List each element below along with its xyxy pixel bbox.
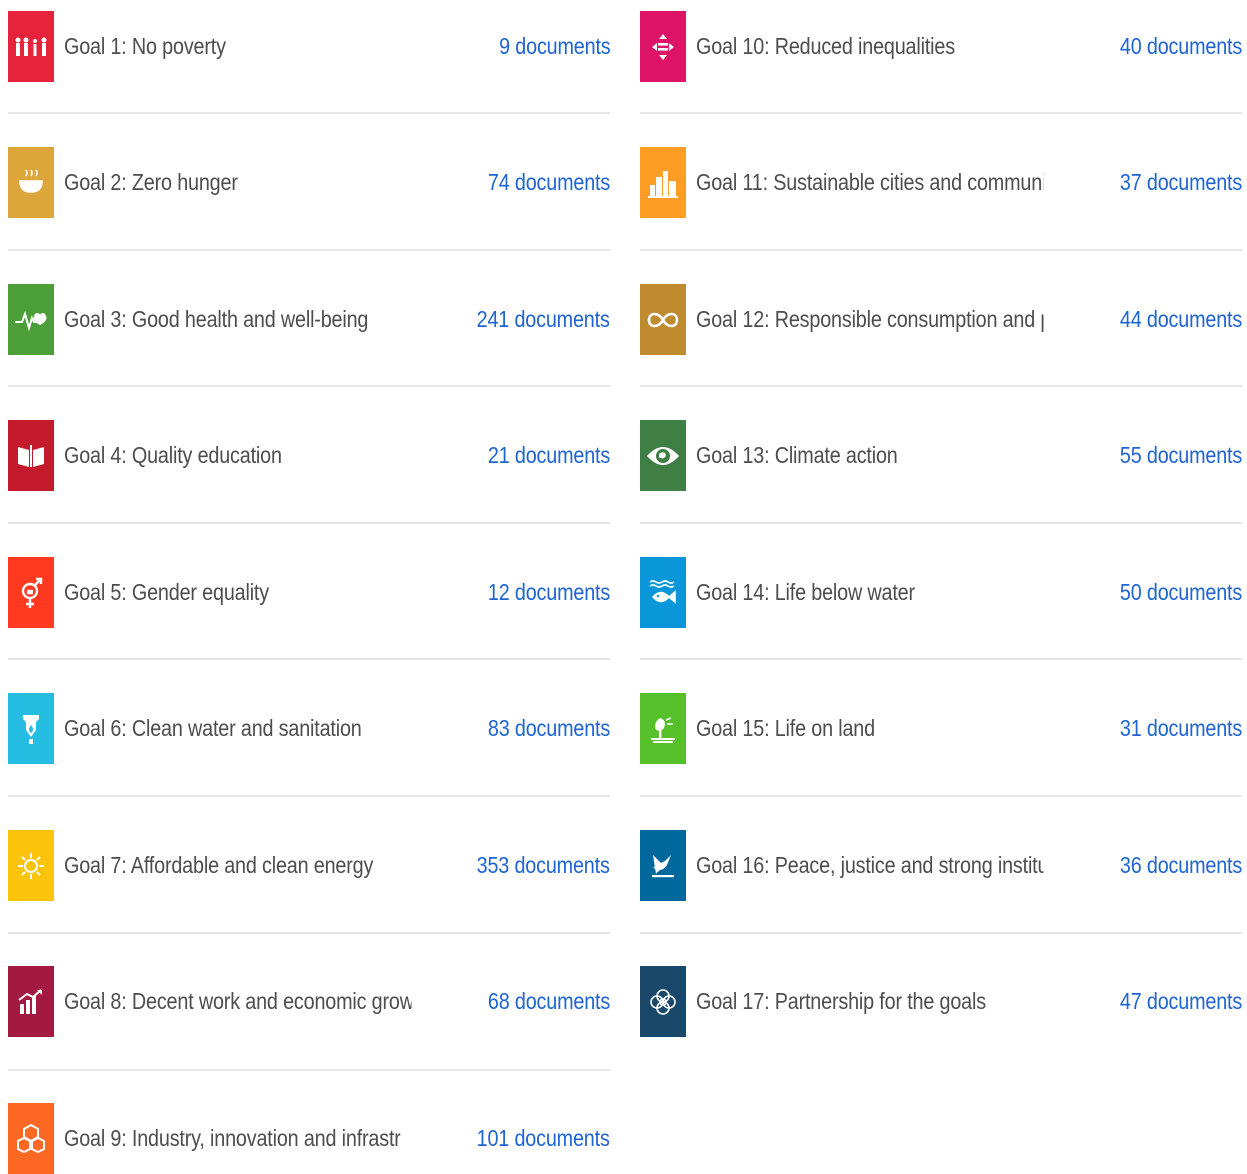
row-divider xyxy=(8,1069,610,1071)
goal-row-4: Goal 4: Quality education 21 documents xyxy=(8,420,610,491)
goal-8-documents-link[interactable]: 68 documents xyxy=(488,988,610,1015)
goal-14-documents-link[interactable]: 50 documents xyxy=(1120,579,1242,606)
row-divider xyxy=(8,932,610,934)
heartbeat-icon[interactable] xyxy=(8,284,54,355)
flower-rings-icon[interactable] xyxy=(640,966,686,1037)
goal-11-documents-link[interactable]: 37 documents xyxy=(1120,169,1242,196)
goal-4-documents-link[interactable]: 21 documents xyxy=(488,442,610,469)
goal-11-label[interactable]: Goal 11: Sustainable cities and communit… xyxy=(696,169,1043,196)
goal-17-label[interactable]: Goal 17: Partnership for the goals xyxy=(696,988,1043,1015)
row-divider xyxy=(8,249,610,251)
sun-icon[interactable] xyxy=(8,830,54,901)
goal-13-documents-link[interactable]: 55 documents xyxy=(1120,442,1242,469)
goal-9-documents-link[interactable]: 101 documents xyxy=(477,1125,610,1152)
goal-3-label[interactable]: Goal 3: Good health and well-being xyxy=(64,306,401,333)
goal-12-label[interactable]: Goal 12: Responsible consumption and pro… xyxy=(696,306,1043,333)
row-divider xyxy=(8,112,610,114)
goal-1-documents-link[interactable]: 9 documents xyxy=(499,33,611,60)
equality-icon[interactable] xyxy=(640,11,686,82)
goal-row-6: Goal 6: Clean water and sanitation 83 doc… xyxy=(8,693,610,764)
goal-10-documents-link[interactable]: 40 documents xyxy=(1120,33,1242,60)
row-divider xyxy=(640,112,1242,114)
goal-2-label[interactable]: Goal 2: Zero hunger xyxy=(64,169,411,196)
goal-row-8: Goal 8: Decent work and economic growth 6… xyxy=(8,966,610,1037)
row-divider xyxy=(8,795,610,797)
row-divider xyxy=(640,795,1242,797)
water-drop-icon[interactable] xyxy=(8,693,54,764)
infinity-icon[interactable] xyxy=(640,284,686,355)
goal-7-label[interactable]: Goal 7: Affordable and clean energy xyxy=(64,852,401,879)
goal-10-label[interactable]: Goal 10: Reduced inequalities xyxy=(696,33,1043,60)
gender-icon[interactable] xyxy=(8,557,54,628)
row-divider xyxy=(8,522,610,524)
row-divider xyxy=(640,932,1242,934)
cubes-icon[interactable] xyxy=(8,1103,54,1174)
goal-6-documents-link[interactable]: 83 documents xyxy=(488,715,610,742)
goal-row-14: Goal 14: Life below water 50 documents xyxy=(640,557,1242,628)
goal-14-label[interactable]: Goal 14: Life below water xyxy=(696,579,1043,606)
goal-13-label[interactable]: Goal 13: Climate action xyxy=(696,442,1043,469)
goal-1-label[interactable]: Goal 1: No poverty xyxy=(64,33,422,60)
goal-15-documents-link[interactable]: 31 documents xyxy=(1120,715,1242,742)
city-icon[interactable] xyxy=(640,147,686,218)
goal-17-documents-link[interactable]: 47 documents xyxy=(1120,988,1242,1015)
people-icon[interactable] xyxy=(8,11,54,82)
goal-6-label[interactable]: Goal 6: Clean water and sanitation xyxy=(64,715,411,742)
goal-row-5: Goal 5: Gender equality 12 documents xyxy=(8,557,610,628)
goal-row-13: Goal 13: Climate action 55 documents xyxy=(640,420,1242,491)
fish-icon[interactable] xyxy=(640,557,686,628)
goal-8-label[interactable]: Goal 8: Decent work and economic growth xyxy=(64,988,411,1015)
goal-16-documents-link[interactable]: 36 documents xyxy=(1120,852,1242,879)
goal-2-documents-link[interactable]: 74 documents xyxy=(488,169,610,196)
row-divider xyxy=(640,658,1242,660)
book-icon[interactable] xyxy=(8,420,54,491)
goal-row-11: Goal 11: Sustainable cities and communit… xyxy=(640,147,1242,218)
goal-row-9: Goal 9: Industry, innovation and infrast… xyxy=(8,1103,610,1174)
row-divider xyxy=(640,385,1242,387)
goal-row-12: Goal 12: Responsible consumption and pro… xyxy=(640,284,1242,355)
goal-16-label[interactable]: Goal 16: Peace, justice and strong insti… xyxy=(696,852,1043,879)
tree-icon[interactable] xyxy=(640,693,686,764)
goal-5-documents-link[interactable]: 12 documents xyxy=(488,579,610,606)
goal-5-label[interactable]: Goal 5: Gender equality xyxy=(64,579,411,606)
goal-row-17: Goal 17: Partnership for the goals 47 doc… xyxy=(640,966,1242,1037)
goal-row-16: Goal 16: Peace, justice and strong insti… xyxy=(640,830,1242,901)
row-divider xyxy=(8,385,610,387)
bowl-icon[interactable] xyxy=(8,147,54,218)
goal-row-2: Goal 2: Zero hunger 74 documents xyxy=(8,147,610,218)
goal-row-1: Goal 1: No poverty 9 documents xyxy=(8,11,610,82)
goal-row-15: Goal 15: Life on land 31 documents xyxy=(640,693,1242,764)
goal-15-label[interactable]: Goal 15: Life on land xyxy=(696,715,1043,742)
goal-4-label[interactable]: Goal 4: Quality education xyxy=(64,442,411,469)
dove-icon[interactable] xyxy=(640,830,686,901)
row-divider xyxy=(640,522,1242,524)
goal-9-label[interactable]: Goal 9: Industry, innovation and infrast… xyxy=(64,1125,401,1152)
row-divider xyxy=(8,658,610,660)
goal-3-documents-link[interactable]: 241 documents xyxy=(477,306,610,333)
eye-globe-icon[interactable] xyxy=(640,420,686,491)
goal-row-3: Goal 3: Good health and well-being 241 do… xyxy=(8,284,610,355)
row-divider xyxy=(640,249,1242,251)
goal-12-documents-link[interactable]: 44 documents xyxy=(1120,306,1242,333)
growth-chart-icon[interactable] xyxy=(8,966,54,1037)
goal-row-10: Goal 10: Reduced inequalities 40 document… xyxy=(640,11,1242,82)
goal-row-7: Goal 7: Affordable and clean energy 353 d… xyxy=(8,830,610,901)
goal-7-documents-link[interactable]: 353 documents xyxy=(477,852,610,879)
